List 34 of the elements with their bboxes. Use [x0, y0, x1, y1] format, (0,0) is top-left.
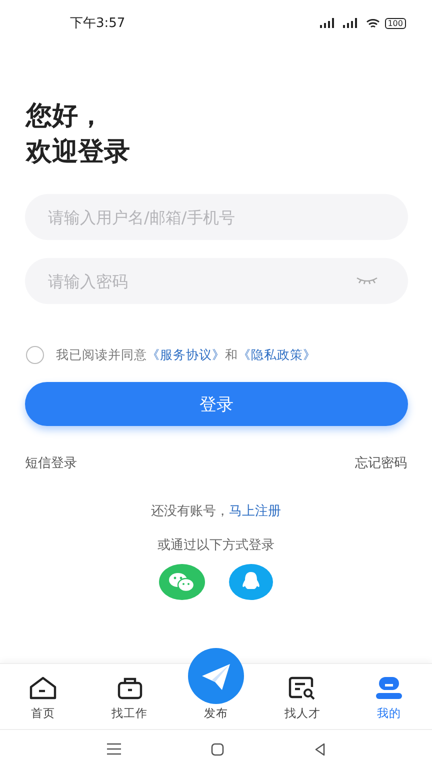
register-link[interactable]: 马上注册: [229, 502, 281, 520]
tab-item[interactable]: 发布: [180, 648, 251, 721]
back-icon[interactable]: [314, 742, 326, 756]
tab-item[interactable]: 找人才: [267, 676, 338, 721]
forgot-password-link[interactable]: 忘记密码: [355, 454, 407, 472]
wechat-login-icon[interactable]: [159, 564, 205, 600]
home-icon: [29, 676, 58, 700]
paper-plane-icon: [188, 648, 244, 704]
greeting-title: 欢迎登录: [26, 136, 131, 169]
menu-icon[interactable]: [106, 743, 120, 755]
wifi-icon: [366, 18, 380, 28]
eye-closed-icon[interactable]: [356, 276, 378, 286]
penguin-login-icon[interactable]: [229, 564, 273, 600]
greeting-title: 您好，: [26, 100, 105, 133]
battery-level: 100: [384, 18, 406, 28]
password-field[interactable]: 请输入密码: [25, 258, 408, 304]
search-card-icon: [288, 676, 316, 700]
tab-item[interactable]: 找工作: [94, 676, 165, 721]
agreement-text: 我已阅读并同意: [56, 346, 147, 364]
register-prompt: 还没有账号，: [151, 503, 229, 520]
other-login-text: 或通过以下方式登录: [156, 537, 276, 554]
briefcase-icon: [116, 676, 143, 700]
privacy-policy-link[interactable]: 《隐私政策》: [238, 346, 316, 364]
login-button[interactable]: 登录: [25, 382, 408, 426]
tab-item[interactable]: 我的: [354, 676, 424, 721]
status-time: 下午3:57: [70, 15, 126, 32]
home-square-icon[interactable]: [210, 742, 224, 756]
username-field[interactable]: 请输入用户名/邮箱/手机号: [25, 194, 408, 240]
sms-login-link[interactable]: 短信登录: [25, 454, 77, 472]
agreement-checkbox[interactable]: [26, 346, 44, 364]
person-icon: [374, 676, 403, 700]
service-agreement-link[interactable]: 《服务协议》: [147, 346, 225, 364]
tab-item[interactable]: 首页: [8, 676, 78, 721]
agreement-joiner: 和: [225, 346, 238, 364]
